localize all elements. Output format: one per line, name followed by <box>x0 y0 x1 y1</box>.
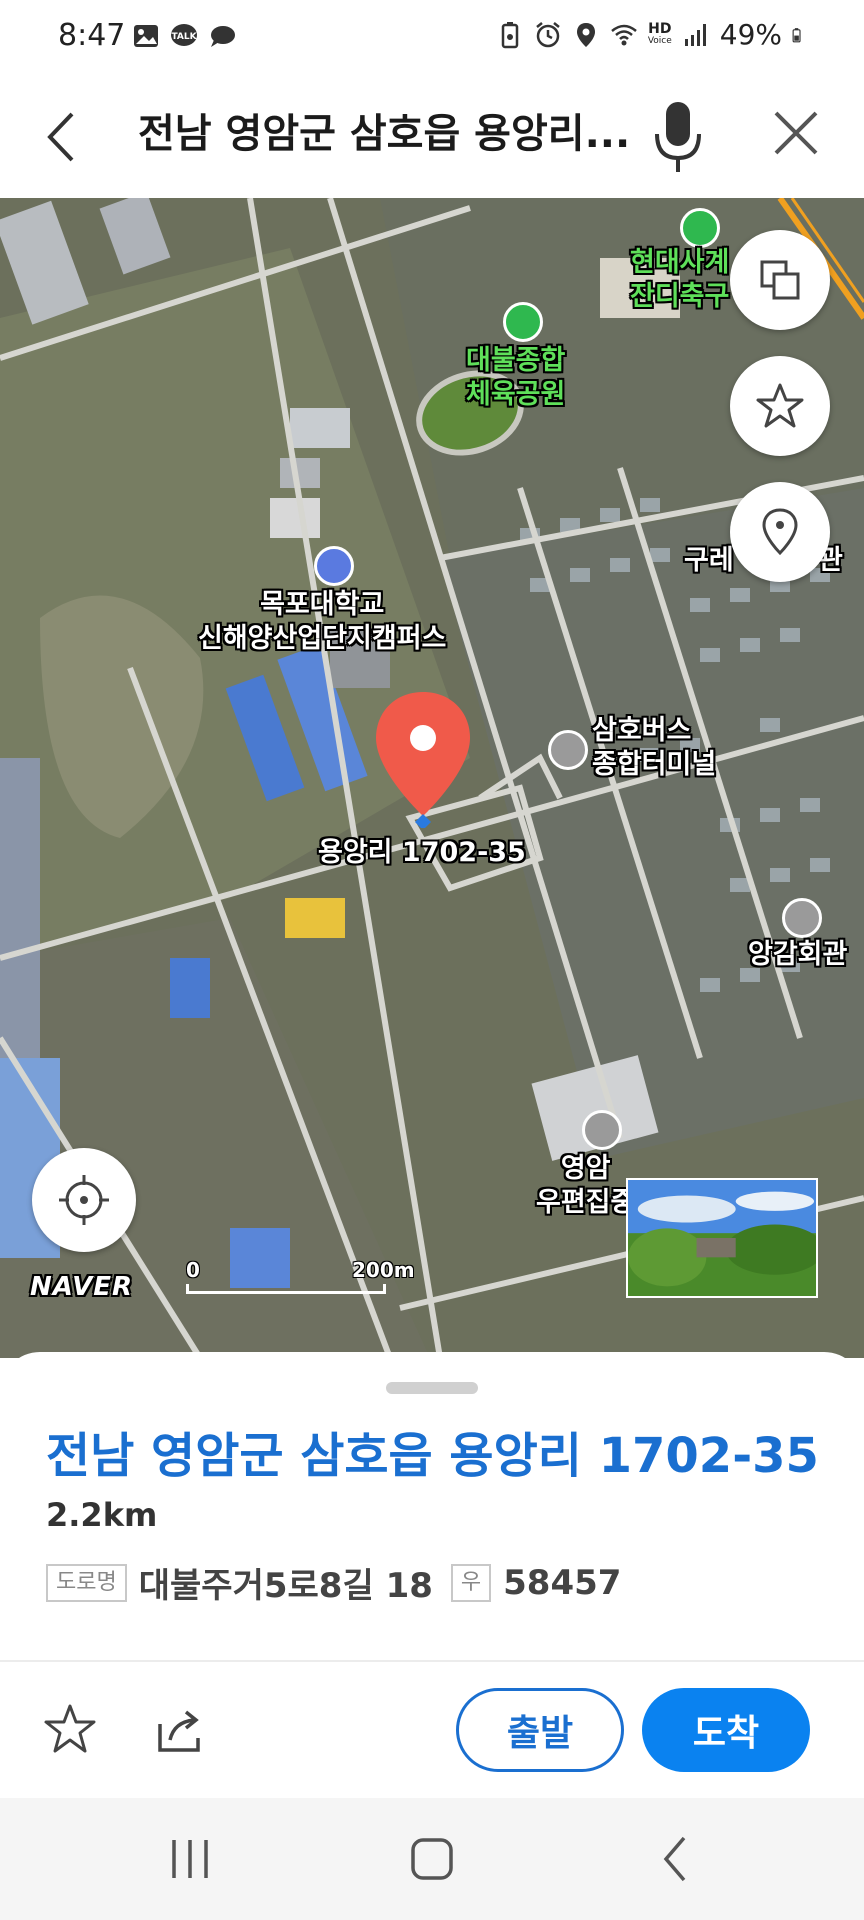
home-icon[interactable] <box>402 1834 462 1884</box>
status-right-icons: HD Voice 49% <box>496 18 808 51</box>
layers-icon <box>760 260 800 300</box>
status-bar: 8:47 TALK HD Voice 49% <box>0 0 864 76</box>
signal-icon <box>684 23 706 46</box>
place-distance: 2.2km <box>46 1496 158 1534</box>
poi-label-bus-terminal-text: 삼호버스 종합터미널 <box>592 715 717 780</box>
poi-label-post-text: 영암 우편집중 <box>536 1153 636 1218</box>
map-pin-icon <box>762 508 798 556</box>
map-view[interactable]: 현대사계 잔디축구 대불종합 체육공원 목포대학교 신해양산업단지캠퍼스 삼호버… <box>0 198 864 1358</box>
poi-label-angam[interactable]: 앙감회관 <box>748 938 847 972</box>
scale-max-label: 200m <box>352 1258 415 1282</box>
poi-label-post[interactable]: 영암 우편집중 <box>536 1152 635 1220</box>
status-left-icons: TALK <box>132 22 236 50</box>
voice-label: Voice <box>647 35 672 46</box>
chat-bubble-icon <box>211 26 235 47</box>
close-icon[interactable] <box>766 100 826 170</box>
university-poi-icon[interactable] <box>314 546 354 586</box>
poi-label-mokpo-univ-text: 목포대학교 신해양산업단지캠퍼스 <box>198 589 447 654</box>
crosshair-icon <box>59 1175 109 1225</box>
location-marker-icon[interactable] <box>370 688 476 828</box>
building-poi-icon[interactable] <box>782 898 822 938</box>
scale-bar <box>186 1284 386 1294</box>
poi-label-gure[interactable]: 구레 <box>684 544 734 578</box>
poi-label-gure-text: 구레 <box>684 545 734 576</box>
poi-label-hyundai-text: 현대사계 잔디축구 <box>630 247 730 312</box>
road-address[interactable]: 대불주거5로8길 18 <box>139 1558 433 1607</box>
arrive-button[interactable]: 도착 <box>642 1688 810 1772</box>
battery-percent: 49% <box>719 18 782 51</box>
back-arrow-icon[interactable] <box>36 102 92 172</box>
recent-apps-icon[interactable] <box>160 1834 220 1884</box>
save-star-icon[interactable] <box>40 1700 100 1760</box>
kakaotalk-label: TALK <box>171 32 197 42</box>
kakaotalk-icon: TALK <box>171 24 198 46</box>
poi-label-mokpo-univ[interactable]: 목포대학교 신해양산업단지캠퍼스 <box>198 588 446 656</box>
alarm-icon <box>536 21 560 47</box>
park-poi-icon[interactable] <box>503 302 543 342</box>
place-bottom-sheet[interactable]: 전남 영암군 삼호읍 용앙리 1702-35 2.2km 도로명 대불주거5로8… <box>0 1352 864 1798</box>
naver-logo: NAVER <box>30 1272 134 1302</box>
hd-label: HD <box>648 20 672 37</box>
zip-tag: 우 <box>450 1563 492 1602</box>
location-pin-button[interactable] <box>730 482 830 582</box>
gallery-icon <box>134 25 158 47</box>
zip-code: 58457 <box>503 1562 622 1603</box>
location-icon <box>576 22 595 47</box>
pin-label: 용앙리 1702-35 <box>318 837 526 868</box>
address-row: 도로명 대불주거5로8길 18 우 58457 <box>46 1558 627 1607</box>
search-header: 전남 영암군 삼호읍 용앙리... <box>0 76 864 198</box>
depart-button[interactable]: 출발 <box>456 1688 624 1772</box>
bus-terminal-poi-icon[interactable] <box>548 730 588 770</box>
microphone-icon[interactable] <box>648 94 708 178</box>
street-view-thumbnail[interactable] <box>626 1178 818 1298</box>
share-icon[interactable] <box>152 1700 212 1760</box>
road-name-tag: 도로명 <box>46 1563 127 1602</box>
poi-label-angam-text: 앙감회관 <box>748 939 848 970</box>
status-time: 8:47 <box>58 18 126 53</box>
place-name: 전남 영암군 삼호읍 용앙리 1702-35 <box>46 1428 819 1484</box>
park-poi-icon[interactable] <box>680 208 720 248</box>
battery-saver-icon <box>501 21 519 48</box>
search-query[interactable]: 전남 영암군 삼호읍 용앙리... <box>138 104 638 164</box>
current-location-button[interactable] <box>32 1148 136 1252</box>
sheet-divider <box>0 1660 864 1662</box>
hd-voice-icon: HD Voice <box>647 20 672 47</box>
poi-label-hyundai[interactable]: 현대사계 잔디축구 <box>630 246 729 314</box>
star-icon <box>756 383 804 428</box>
map-scale: 0 200m <box>186 1258 415 1298</box>
poi-label-daebul-park[interactable]: 대불종합 체육공원 <box>466 344 565 412</box>
system-nav-bar <box>0 1798 864 1920</box>
poi-label-daebul-park-text: 대불종합 체육공원 <box>466 345 566 410</box>
wifi-icon <box>611 24 637 45</box>
battery-icon <box>792 27 801 42</box>
back-nav-icon[interactable] <box>646 1834 706 1884</box>
favorite-map-button[interactable] <box>730 356 830 456</box>
post-office-poi-icon[interactable] <box>582 1110 622 1150</box>
sheet-drag-handle[interactable] <box>386 1382 478 1394</box>
poi-label-bus-terminal[interactable]: 삼호버스 종합터미널 <box>592 714 716 782</box>
layers-button[interactable] <box>730 230 830 330</box>
scale-zero-label: 0 <box>186 1258 200 1282</box>
